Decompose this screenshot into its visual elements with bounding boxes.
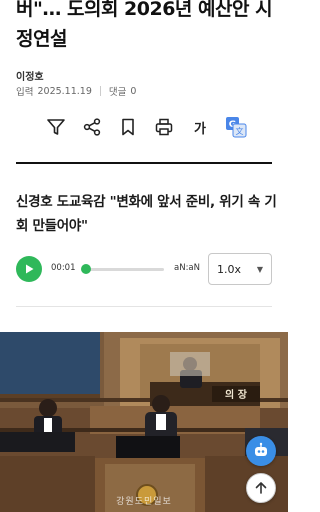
svg-text:文: 文 (236, 126, 244, 136)
meta-divider (99, 86, 101, 96)
audio-player: 00:01 aN:aN 1.0x ▼ (16, 252, 272, 286)
ai-assistant-button[interactable] (246, 436, 276, 466)
playback-speed-select[interactable]: 1.0x ▼ (208, 253, 272, 285)
date-label: 입력 (16, 87, 34, 98)
article-subtitle: 신경호 도교육감 "변화에 앞서 준비, 위기 속 기회 만들어야" (16, 194, 277, 234)
header-divider (16, 162, 272, 164)
article-headline: 버"… 도의회 2026년 예산안 시정연설 (16, 0, 273, 50)
robot-icon (255, 442, 267, 456)
share-icon[interactable] (80, 115, 104, 139)
scroll-top-button[interactable] (246, 473, 276, 503)
progress-track[interactable] (86, 268, 164, 271)
comments-label[interactable]: 댓글 (109, 84, 126, 98)
article-photo: 의 장 강원도민일보 (0, 332, 288, 512)
svg-text:의 장: 의 장 (225, 388, 248, 401)
duration-time: aN:aN (174, 263, 200, 273)
filter-icon[interactable] (44, 115, 68, 139)
progress-thumb[interactable] (81, 264, 91, 274)
publish-date: 2025.11.19 (37, 85, 92, 97)
chevron-down-icon: ▼ (256, 264, 263, 274)
article-toolbar: 가 G文 (44, 114, 248, 140)
comments-count[interactable]: 0 (130, 86, 136, 97)
play-button[interactable] (16, 256, 42, 282)
article-meta: 입력 2025.11.19 댓글 0 (16, 84, 136, 99)
bookmark-icon[interactable] (116, 115, 140, 139)
arrow-up-icon (255, 482, 267, 494)
playback-speed-value: 1.0x (217, 262, 242, 276)
author-name: 이정호 (16, 72, 44, 83)
player-divider (16, 306, 272, 307)
photo-watermark: 강원도민일보 (116, 497, 172, 507)
translate-icon[interactable]: G文 (224, 115, 248, 139)
font-size-icon[interactable]: 가 (188, 115, 212, 139)
current-time: 00:01 (51, 263, 76, 273)
print-icon[interactable] (152, 115, 176, 139)
play-icon (26, 264, 34, 274)
